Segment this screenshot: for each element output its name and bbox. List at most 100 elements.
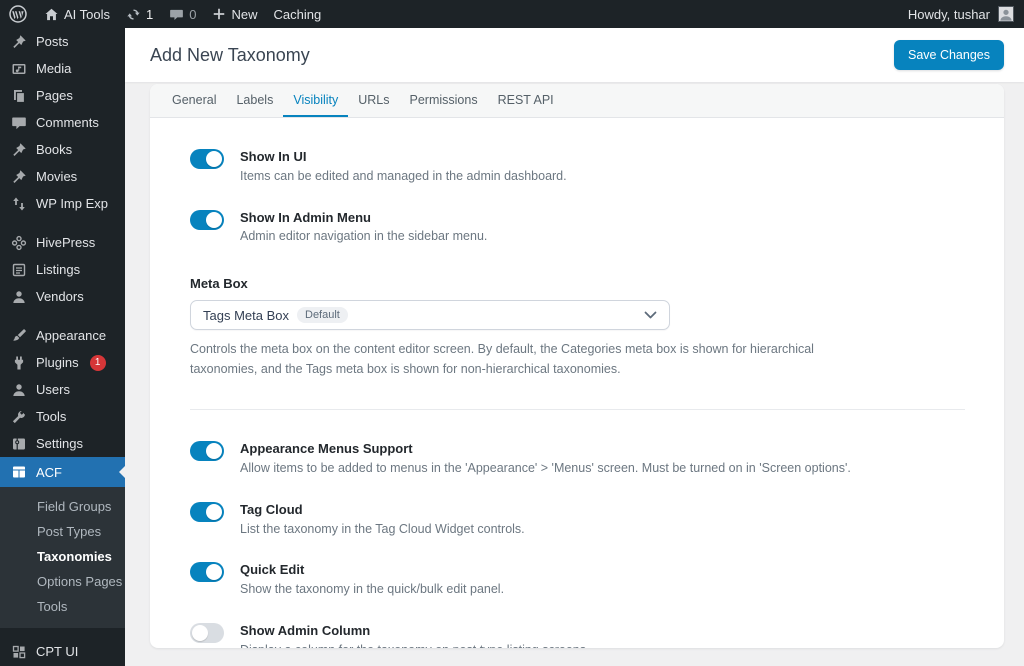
setting-description: List the taxonomy in the Tag Cloud Widge…: [240, 521, 525, 536]
setting-label: Tag Cloud: [240, 501, 303, 517]
sidebar-item-label: Plugins: [36, 355, 79, 370]
admin-sidebar: Posts Media Pages Comments Books Movies …: [0, 28, 125, 666]
caching-menu[interactable]: Caching: [266, 0, 330, 28]
home-icon: [45, 8, 58, 20]
setting-description: Allow items to be added to menus in the …: [240, 461, 851, 476]
setting-label: Show In UI: [240, 149, 307, 164]
sidebar-item-label: Comments: [36, 115, 99, 130]
sidebar-item-label: Media: [36, 61, 72, 76]
quick-edit-toggle[interactable]: [190, 562, 224, 583]
wordpress-logo[interactable]: [0, 0, 36, 28]
setting-label: Show Admin Column: [240, 622, 371, 638]
setting-label: Quick Edit: [240, 562, 305, 578]
tab-general[interactable]: General: [162, 84, 226, 117]
submenu-item-tools[interactable]: Tools: [0, 594, 125, 619]
table-icon: [13, 466, 25, 478]
caching-label: Caching: [273, 6, 322, 22]
show-admin-column-toggle[interactable]: [190, 622, 224, 643]
comment-count: 0: [189, 6, 197, 22]
sidebar-item-label: Users: [36, 382, 70, 397]
sidebar-item-label: Settings: [36, 436, 83, 451]
sidebar-item-tools[interactable]: Tools: [0, 403, 125, 430]
sidebar-item-posts[interactable]: Posts: [0, 28, 125, 55]
sidebar-item-movies[interactable]: Movies: [0, 163, 125, 190]
submenu-item-field-groups[interactable]: Field Groups: [0, 494, 125, 519]
setting-description: Show the taxonomy in the quick/bulk edit…: [240, 582, 505, 597]
pin-icon: [13, 169, 26, 183]
sidebar-item-appearance[interactable]: Appearance: [0, 322, 125, 349]
media-icon: [12, 63, 26, 74]
settings-tabs: General Labels Visibility URLs Permissio…: [150, 84, 1004, 118]
site-name: AI Tools: [64, 6, 111, 22]
tab-urls[interactable]: URLs: [348, 84, 399, 117]
submenu-item-options-pages[interactable]: Options Pages: [0, 569, 125, 594]
show-in-ui-toggle[interactable]: [190, 149, 224, 169]
grid-icon: [12, 645, 26, 658]
submenu-item-taxonomies[interactable]: Taxonomies: [0, 544, 125, 569]
sidebar-item-media[interactable]: Media: [0, 55, 125, 82]
pages-icon: [14, 89, 26, 103]
updates-menu[interactable]: 1: [118, 0, 161, 28]
sidebar-item-vendors[interactable]: Vendors: [0, 283, 125, 310]
document-icon: [12, 263, 26, 276]
plugins-update-badge: 1: [89, 354, 106, 371]
sidebar-item-listings[interactable]: Listings: [0, 256, 125, 283]
setting-description: Display a column for the taxonomy on pos…: [240, 641, 589, 648]
setting-label: Show In Admin Menu: [240, 209, 371, 225]
sidebar-item-cpt-ui[interactable]: CPT UI: [0, 638, 125, 665]
setting-description: Items can be edited and managed in the a…: [240, 168, 567, 183]
tag-cloud-toggle[interactable]: [190, 501, 224, 522]
meta-box-select[interactable]: Tags Meta Box Default: [190, 300, 670, 331]
person-icon: [13, 290, 25, 303]
sidebar-item-settings[interactable]: Settings: [0, 430, 125, 457]
sidebar-item-plugins[interactable]: Plugins 1: [0, 349, 125, 376]
submenu-item-post-types[interactable]: Post Types: [0, 519, 125, 544]
person-icon: [1000, 9, 1012, 21]
pin-icon: [13, 142, 26, 156]
setting-row-show-admin-column: Show Admin Column Display a column for t…: [190, 622, 964, 648]
arrows-icon: [13, 197, 25, 210]
setting-row-appearance-menus-support: Appearance Menus Support Allow items to …: [190, 440, 964, 478]
pin-icon: [13, 34, 26, 48]
sidebar-item-pages[interactable]: Pages: [0, 82, 125, 109]
tab-visibility[interactable]: Visibility: [283, 84, 349, 117]
setting-row-quick-edit: Quick Edit Show the taxonomy in the quic…: [190, 561, 964, 599]
comment-bubble-icon: [170, 9, 184, 20]
plus-icon: [214, 8, 225, 20]
sidebar-item-label: Pages: [36, 88, 73, 103]
page-title: Add New Taxonomy: [150, 44, 310, 65]
howdy-account-menu[interactable]: Howdy, tushar: [906, 0, 992, 28]
wordpress-icon: [9, 5, 27, 23]
taxonomy-settings-card: General Labels Visibility URLs Permissio…: [150, 84, 1004, 648]
section-divider: [190, 409, 965, 411]
meta-box-selected-value: Tags Meta Box: [203, 307, 289, 323]
sidebar-item-acf[interactable]: ACF: [0, 457, 125, 487]
tab-labels[interactable]: Labels: [226, 84, 283, 117]
meta-box-field: Meta Box Tags Meta Box Default Controls …: [190, 276, 964, 379]
sidebar-item-users[interactable]: Users: [0, 376, 125, 403]
meta-box-help-text: Controls the meta box on the content edi…: [190, 342, 814, 377]
setting-description: Admin editor navigation in the sidebar m…: [240, 229, 488, 244]
sidebar-item-books[interactable]: Books: [0, 136, 125, 163]
content-area: Add New Taxonomy Save Changes General La…: [125, 28, 1024, 666]
new-label: New: [231, 6, 258, 22]
comments-menu[interactable]: 0: [161, 0, 204, 28]
new-content-menu[interactable]: New: [204, 0, 265, 28]
default-badge: Default: [297, 307, 348, 324]
sidebar-item-label: Books: [36, 142, 73, 157]
sidebar-item-hivepress[interactable]: HivePress: [0, 229, 125, 256]
sidebar-item-label: ACF: [36, 464, 62, 480]
meta-box-label: Meta Box: [190, 276, 248, 292]
tab-permissions[interactable]: Permissions: [400, 84, 488, 117]
site-menu[interactable]: AI Tools: [36, 0, 118, 28]
avatar[interactable]: [998, 6, 1014, 22]
save-changes-button[interactable]: Save Changes: [893, 40, 1004, 70]
sidebar-item-comments[interactable]: Comments: [0, 109, 125, 136]
update-icon: [127, 8, 140, 20]
sidebar-item-wp-imp-exp[interactable]: WP Imp Exp: [0, 190, 125, 217]
appearance-menus-support-toggle[interactable]: [190, 441, 224, 462]
settings-icon: [13, 438, 25, 449]
update-count: 1: [146, 6, 154, 22]
tab-rest-api[interactable]: REST API: [488, 84, 564, 117]
show-in-admin-menu-toggle[interactable]: [190, 209, 224, 230]
